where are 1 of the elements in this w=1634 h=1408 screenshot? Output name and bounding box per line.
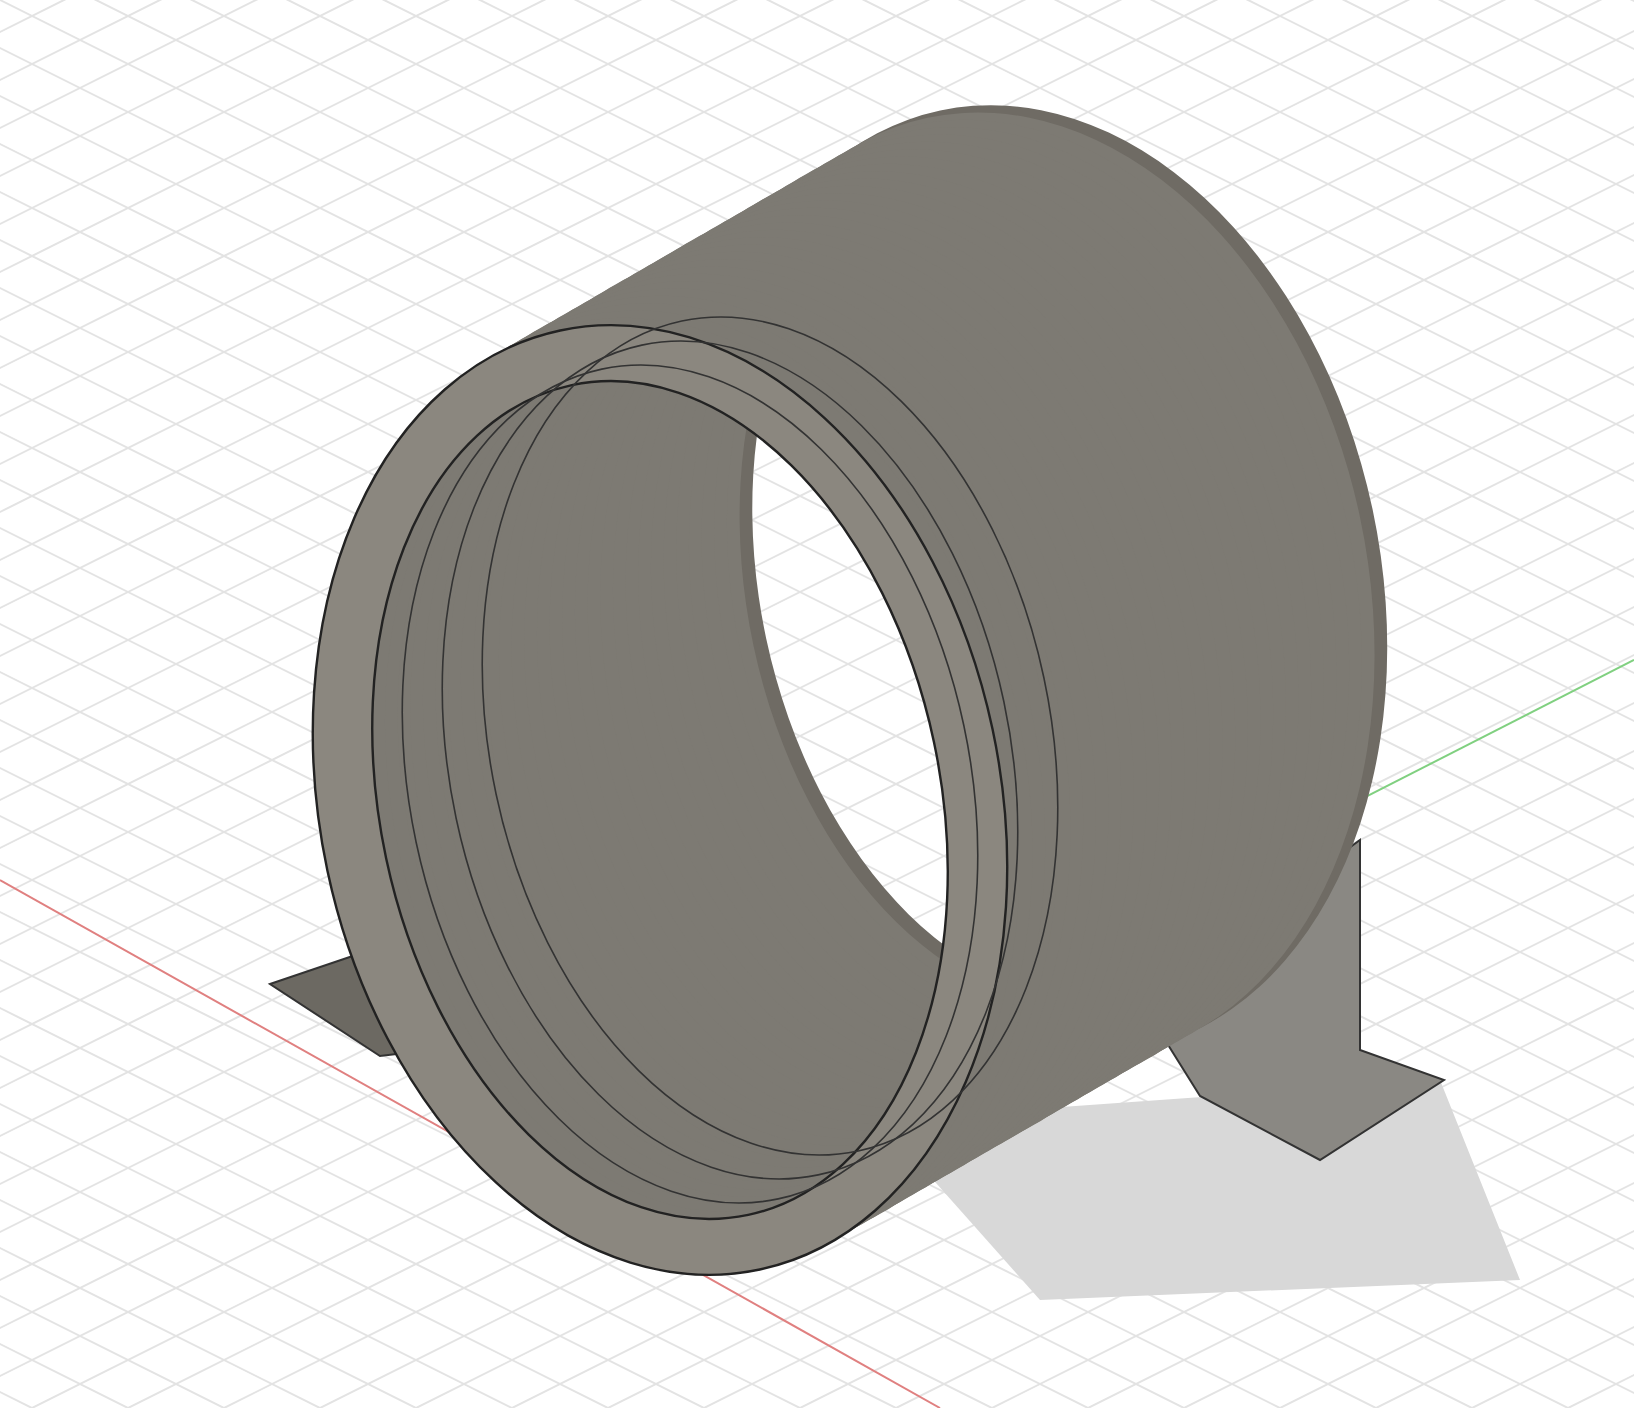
cad-viewport[interactable] [0, 0, 1634, 1408]
